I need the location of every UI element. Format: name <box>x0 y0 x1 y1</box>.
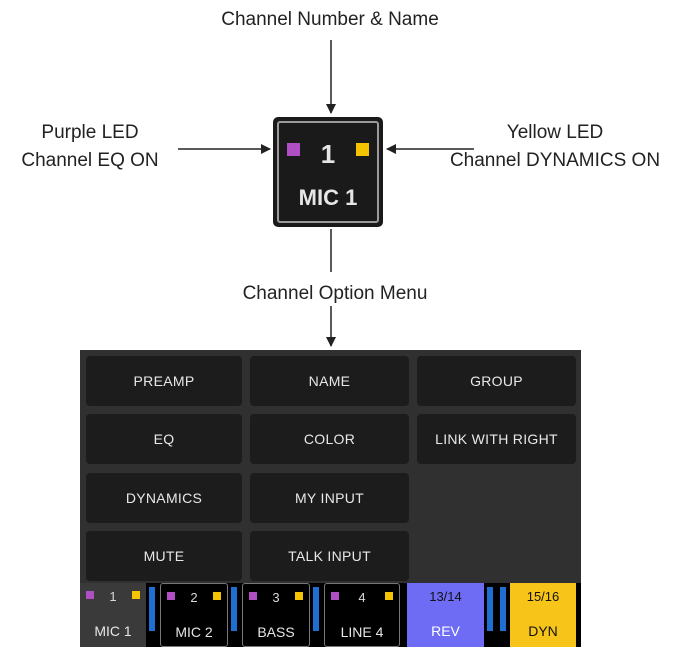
strip-channel-3[interactable]: 3 BASS <box>242 583 310 647</box>
strip-channel-1[interactable]: 1 MIC 1 <box>80 583 146 647</box>
strip-channel-name: REV <box>431 623 460 639</box>
strip-channel-name: MIC 2 <box>175 624 213 640</box>
level-meter <box>313 587 319 631</box>
strip-channel-name: BASS <box>257 624 295 640</box>
strip-channel-name: LINE 4 <box>340 624 384 640</box>
channel-button-frame: 1 MIC 1 <box>277 121 379 223</box>
strip-channel-dyn[interactable]: 15/16 DYN <box>510 583 576 647</box>
group-button[interactable]: GROUP <box>417 356 576 406</box>
level-meter <box>149 587 155 631</box>
strip-channel-4[interactable]: 4 LINE 4 <box>324 583 400 647</box>
yellow-led-icon <box>213 592 221 600</box>
yellow-led-icon <box>385 592 393 600</box>
yellow-led-icon <box>295 592 303 600</box>
channel-option-menu: PREAMP NAME GROUP EQ COLOR LINK WITH RIG… <box>80 350 581 647</box>
my-input-button[interactable]: MY INPUT <box>250 473 409 523</box>
strip-channel-2[interactable]: 2 MIC 2 <box>160 583 228 647</box>
channel-name: MIC 1 <box>298 185 358 210</box>
color-button[interactable]: COLOR <box>250 414 409 464</box>
strip-channel-number: 13/14 <box>429 589 462 604</box>
level-meter <box>487 587 493 631</box>
preamp-button[interactable]: PREAMP <box>86 356 242 406</box>
level-meter <box>500 587 506 631</box>
channel-number: 1 <box>320 139 336 169</box>
strip-channel-name: DYN <box>528 623 558 639</box>
strip-channel-rev[interactable]: 13/14 REV <box>407 583 484 647</box>
dynamics-button[interactable]: DYNAMICS <box>86 473 242 523</box>
talk-input-button[interactable]: TALK INPUT <box>250 531 409 581</box>
name-button[interactable]: NAME <box>250 356 409 406</box>
channel-strip: 1 MIC 1 2 MIC 2 3 BASS 4 LINE 4 13/14 RE… <box>80 583 581 647</box>
channel-button[interactable]: 1 MIC 1 <box>273 117 383 227</box>
link-with-right-button[interactable]: LINK WITH RIGHT <box>417 414 576 464</box>
yellow-led-icon <box>132 591 140 599</box>
eq-button[interactable]: EQ <box>86 414 242 464</box>
level-meter <box>231 587 237 631</box>
strip-channel-name: MIC 1 <box>94 623 132 639</box>
mute-button[interactable]: MUTE <box>86 531 242 581</box>
strip-channel-number: 15/16 <box>526 589 560 604</box>
